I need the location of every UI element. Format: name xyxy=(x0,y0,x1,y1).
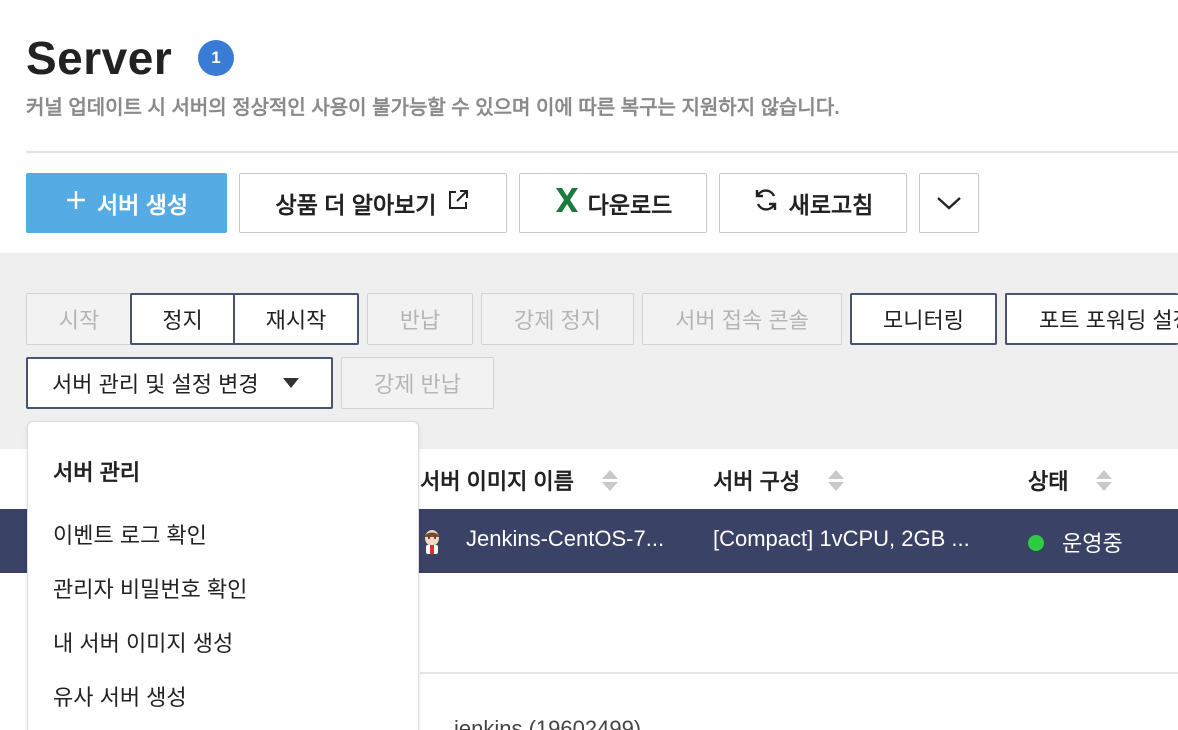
column-header-image-name-label: 서버 이미지 이름 xyxy=(420,469,574,494)
row-divider xyxy=(420,672,1178,674)
create-server-label: 서버 생성 xyxy=(96,192,189,218)
refresh-icon xyxy=(753,187,779,219)
menu-item-admin-password[interactable]: 관리자 비밀번호 확인 xyxy=(53,572,247,604)
kernel-update-notice: 커널 업데이트 시 서버의 정상적인 사용이 불가능할 수 있으며 이에 따른 … xyxy=(26,97,840,119)
dropdown-group-heading: 서버 관리 xyxy=(53,460,141,485)
sort-icon xyxy=(828,469,845,491)
refresh-label: 새로고침 xyxy=(788,192,874,218)
page-title: Server xyxy=(26,32,173,84)
force-return-button[interactable]: 강제 반납 xyxy=(341,357,494,409)
start-button[interactable]: 시작 xyxy=(26,293,132,345)
plus-icon xyxy=(65,189,87,217)
row-spec: [Compact] 1vCPU, 2GB ... xyxy=(713,526,970,551)
learn-more-label: 상품 더 알아보기 xyxy=(275,192,437,218)
header-divider xyxy=(26,151,1178,153)
column-header-status-label: 상태 xyxy=(1028,469,1069,494)
more-options-button[interactable] xyxy=(919,173,979,233)
return-button[interactable]: 반납 xyxy=(367,293,473,345)
status-dot-icon xyxy=(1028,535,1044,551)
server-manage-select[interactable]: 서버 관리 및 설정 변경 xyxy=(26,357,333,409)
server-name-partial: jenkins (19602499) xyxy=(454,716,642,730)
row-status: 운영중 xyxy=(1062,531,1123,556)
stop-button[interactable]: 정지 xyxy=(130,293,235,345)
server-count-badge: 1 xyxy=(198,40,234,76)
column-header-spec[interactable]: 서버 구성 xyxy=(713,464,845,496)
create-server-button[interactable]: 서버 생성 xyxy=(26,173,227,233)
port-forwarding-button[interactable]: 포트 포워딩 설정 xyxy=(1005,293,1178,345)
sort-icon xyxy=(1096,469,1113,491)
row-image-name: Jenkins-CentOS-7... xyxy=(466,526,665,551)
external-link-icon xyxy=(446,188,470,218)
refresh-button[interactable]: 새로고침 xyxy=(719,173,907,233)
server-manage-select-label: 서버 관리 및 설정 변경 xyxy=(52,372,259,397)
menu-item-similar-server[interactable]: 유사 서버 생성 xyxy=(53,680,187,712)
server-manage-dropdown-menu: 서버 관리 이벤트 로그 확인 관리자 비밀번호 확인 내 서버 이미지 생성 … xyxy=(27,421,419,730)
force-stop-button[interactable]: 강제 정지 xyxy=(481,293,634,345)
menu-item-event-log[interactable]: 이벤트 로그 확인 xyxy=(53,518,207,550)
server-console-button[interactable]: 서버 접속 콘솔 xyxy=(642,293,842,345)
restart-button[interactable]: 재시작 xyxy=(233,293,359,345)
sort-icon xyxy=(601,469,618,491)
excel-icon xyxy=(554,186,578,220)
learn-more-button[interactable]: 상품 더 알아보기 xyxy=(239,173,507,233)
download-button[interactable]: 다운로드 xyxy=(519,173,707,233)
caret-down-icon xyxy=(282,378,299,388)
page-header: Server 1 커널 업데이트 시 서버의 정상적인 사용이 불가능할 수 있… xyxy=(0,0,1178,253)
jenkins-logo-icon xyxy=(422,529,442,560)
menu-item-create-image[interactable]: 내 서버 이미지 생성 xyxy=(53,626,233,658)
monitoring-button[interactable]: 모니터링 xyxy=(850,293,997,345)
column-header-spec-label: 서버 구성 xyxy=(713,469,801,494)
chevron-down-icon xyxy=(936,190,962,217)
column-header-image-name[interactable]: 서버 이미지 이름 xyxy=(420,464,618,496)
download-label: 다운로드 xyxy=(587,192,673,218)
column-header-status[interactable]: 상태 xyxy=(1028,464,1113,496)
